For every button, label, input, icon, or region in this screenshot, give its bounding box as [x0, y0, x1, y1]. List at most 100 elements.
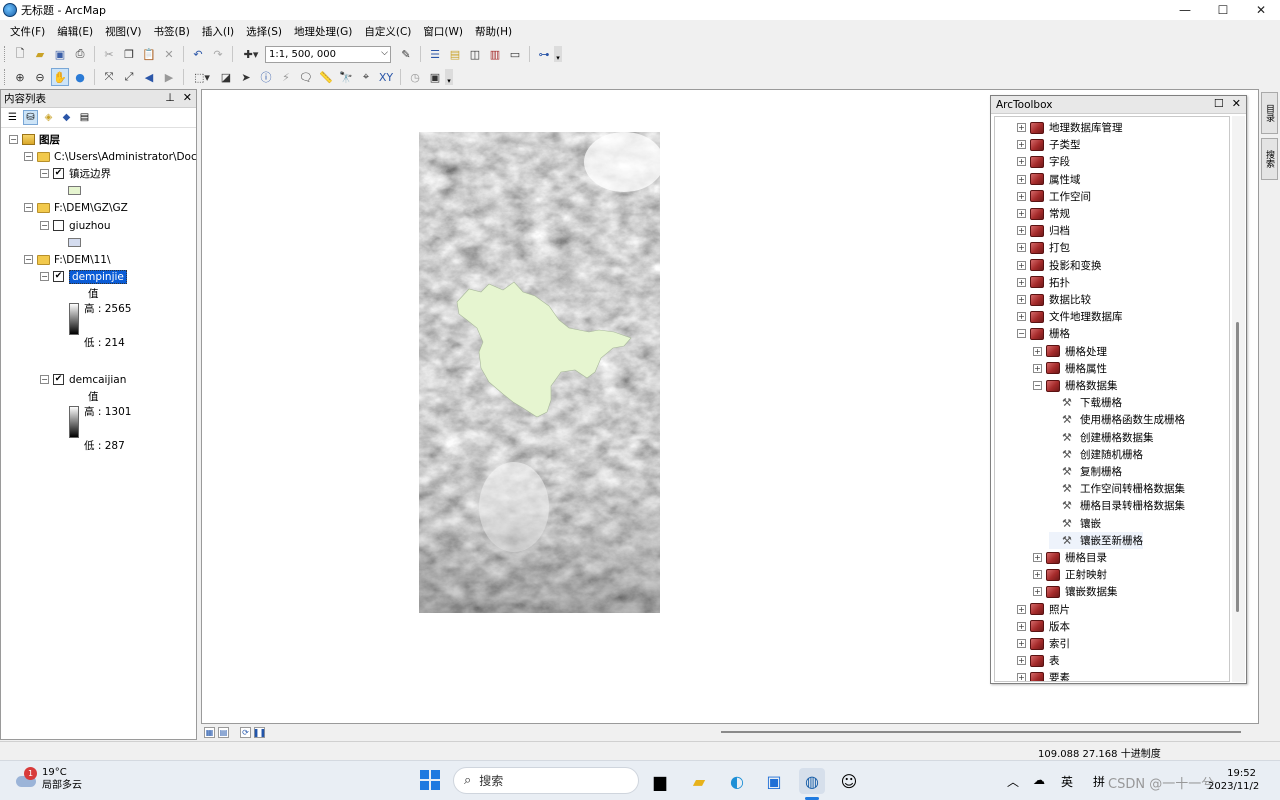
paste-icon[interactable]: 📋: [140, 45, 158, 63]
layer-dempinjie[interactable]: − ✔ dempinjie: [40, 268, 127, 285]
chevron-up-icon[interactable]: ︿: [1007, 773, 1019, 790]
toolbox-tool-item[interactable]: ⚒ 复制栅格: [1049, 463, 1122, 480]
start-windows-icon[interactable]: [420, 770, 440, 790]
expand-icon[interactable]: +: [1017, 140, 1026, 150]
close-icon[interactable]: ✕: [1232, 97, 1241, 110]
cloud-tray-icon[interactable]: ☁: [1033, 773, 1045, 787]
layer-visibility-checkbox[interactable]: [53, 220, 64, 231]
zhenyuan-symbol-swatch[interactable]: [68, 186, 81, 195]
search-dock-tab[interactable]: 搜索: [1261, 138, 1278, 180]
toolbox-toolset-item[interactable]: + 工作空间: [1017, 188, 1091, 205]
toolbox-toolset-item[interactable]: + 镶嵌数据集: [1033, 583, 1118, 600]
expand-icon[interactable]: +: [1017, 226, 1026, 236]
html-popup-icon[interactable]: 🗨: [297, 68, 315, 86]
zoom-in-icon[interactable]: ⊕: [11, 68, 29, 86]
toolbar-overflow-icon[interactable]: ▾: [445, 69, 453, 85]
layer-visibility-checkbox[interactable]: ✔: [53, 271, 64, 282]
expand-icon[interactable]: +: [1017, 191, 1026, 201]
close-button[interactable]: ✕: [1242, 0, 1280, 20]
fixed-zoom-out-icon[interactable]: ⤢: [120, 68, 138, 86]
toolbox-tool-item[interactable]: ⚒ 镶嵌: [1049, 515, 1101, 532]
demcaijian-color-ramp[interactable]: [69, 406, 79, 438]
find-route-icon[interactable]: ⌖: [357, 68, 375, 86]
list-by-visibility-icon[interactable]: ◈: [41, 110, 56, 125]
expand-icon[interactable]: +: [1033, 553, 1042, 562]
time-slider-icon[interactable]: ◷: [406, 68, 424, 86]
layer-demcaijian[interactable]: − ✔ demcaijian: [40, 371, 126, 388]
toolbox-toolset-item[interactable]: + 索引: [1017, 635, 1070, 652]
expand-icon[interactable]: +: [1033, 346, 1042, 356]
select-features-icon[interactable]: ⬚▾: [189, 68, 215, 86]
collapse-icon[interactable]: −: [9, 135, 18, 144]
toolbox-toolset-item[interactable]: + 版本: [1017, 618, 1070, 635]
open-folder-icon[interactable]: ▰: [31, 45, 49, 63]
toolbox-toolset-item[interactable]: + 拓扑: [1017, 274, 1070, 291]
print-icon[interactable]: ⎙: [71, 45, 89, 63]
toolbox-toolset-item[interactable]: − 栅格数据集: [1033, 377, 1118, 394]
toolbox-toolset-item[interactable]: + 打包: [1017, 239, 1070, 256]
minimize-button[interactable]: —: [1166, 0, 1204, 20]
task-view-icon[interactable]: ▆: [647, 768, 673, 794]
collapse-icon[interactable]: −: [1033, 381, 1042, 390]
expand-icon[interactable]: +: [1017, 673, 1026, 681]
arctoolbox-icon[interactable]: ▥: [486, 45, 504, 63]
file-explorer-icon[interactable]: ▰: [686, 768, 712, 794]
toolbox-toolset-item[interactable]: + 投影和变换: [1017, 257, 1102, 274]
expand-icon[interactable]: +: [1017, 260, 1026, 270]
model-builder-icon[interactable]: ⊶: [535, 45, 553, 63]
toolbox-toolset-item[interactable]: + 字段: [1017, 153, 1070, 170]
create-viewer-window-icon[interactable]: ▣: [426, 68, 444, 86]
tree-root-layers[interactable]: − 图层: [9, 131, 60, 148]
tree-folder-1[interactable]: − C:\Users\Administrator\Doc: [24, 148, 197, 165]
toolbox-toolset-item[interactable]: + 文件地理数据库: [1017, 308, 1123, 325]
maximize-icon[interactable]: ☐: [1214, 97, 1224, 110]
toolbar-overflow-icon[interactable]: ▾: [554, 46, 562, 62]
layer-visibility-checkbox[interactable]: ✔: [53, 168, 64, 179]
layer-zhenyuan[interactable]: − ✔ 镇远边界: [40, 165, 111, 182]
collapse-icon[interactable]: −: [40, 221, 49, 230]
dempinjie-color-ramp[interactable]: [69, 303, 79, 335]
toolbar-grip[interactable]: [4, 46, 7, 62]
add-data-icon[interactable]: ✚▾: [238, 45, 264, 63]
expand-icon[interactable]: +: [1017, 604, 1026, 614]
expand-icon[interactable]: +: [1017, 123, 1026, 132]
tree-folder-3[interactable]: − F:\DEM\11\: [24, 251, 111, 268]
toolbar-grip[interactable]: [4, 69, 7, 85]
full-extent-globe-icon[interactable]: ●: [71, 68, 89, 86]
expand-icon[interactable]: +: [1017, 209, 1026, 218]
clear-selection-icon[interactable]: ◪: [217, 68, 235, 86]
save-icon[interactable]: ▣: [51, 45, 69, 63]
expand-icon[interactable]: +: [1017, 621, 1026, 631]
toolbox-toolset-item[interactable]: + 照片: [1017, 601, 1070, 618]
menu-geoprocessing[interactable]: 地理处理(G): [288, 24, 358, 39]
expand-icon[interactable]: +: [1017, 243, 1026, 253]
toolbox-tool-item[interactable]: ⚒ 使用栅格函数生成栅格: [1049, 411, 1185, 428]
expand-icon[interactable]: +: [1017, 157, 1026, 167]
toolbox-tool-item[interactable]: ⚒ 创建随机栅格: [1049, 446, 1143, 463]
delete-icon[interactable]: ✕: [160, 45, 178, 63]
list-by-selection-icon[interactable]: ◆: [59, 110, 74, 125]
edge-browser-icon[interactable]: ◐: [724, 768, 750, 794]
new-document-icon[interactable]: 🗋: [11, 45, 29, 63]
expand-icon[interactable]: +: [1033, 570, 1042, 580]
catalog-window-icon[interactable]: ▤: [446, 45, 464, 63]
toolbox-toolset-item[interactable]: + 表: [1017, 652, 1060, 669]
ime-english[interactable]: 英: [1061, 773, 1073, 790]
toolbox-toolset-item[interactable]: + 正射映射: [1033, 566, 1107, 583]
toolbox-toolset-item[interactable]: + 栅格目录: [1033, 549, 1107, 566]
guizhou-symbol-swatch[interactable]: [68, 238, 81, 247]
undo-icon[interactable]: ↶: [189, 45, 207, 63]
toolbox-tool-item[interactable]: ⚒ 创建栅格数据集: [1049, 429, 1154, 446]
list-by-source-icon[interactable]: ⛁: [23, 110, 38, 125]
pan-hand-icon[interactable]: ✋: [51, 68, 69, 86]
toolbox-tool-item[interactable]: ⚒ 工作空间转栅格数据集: [1049, 480, 1185, 497]
menu-selection[interactable]: 选择(S): [240, 24, 288, 39]
arcmap-taskbar-icon[interactable]: ◍: [799, 768, 825, 794]
menu-insert[interactable]: 插入(I): [196, 24, 240, 39]
forward-arrow-icon[interactable]: ▶: [160, 68, 178, 86]
toolbox-toolset-item[interactable]: − 栅格: [1017, 325, 1070, 342]
layer-guizhou[interactable]: − giuzhou: [40, 217, 110, 234]
layer-visibility-checkbox[interactable]: ✔: [53, 374, 64, 385]
zoom-out-icon[interactable]: ⊖: [31, 68, 49, 86]
scrollbar-thumb[interactable]: [1236, 322, 1239, 612]
